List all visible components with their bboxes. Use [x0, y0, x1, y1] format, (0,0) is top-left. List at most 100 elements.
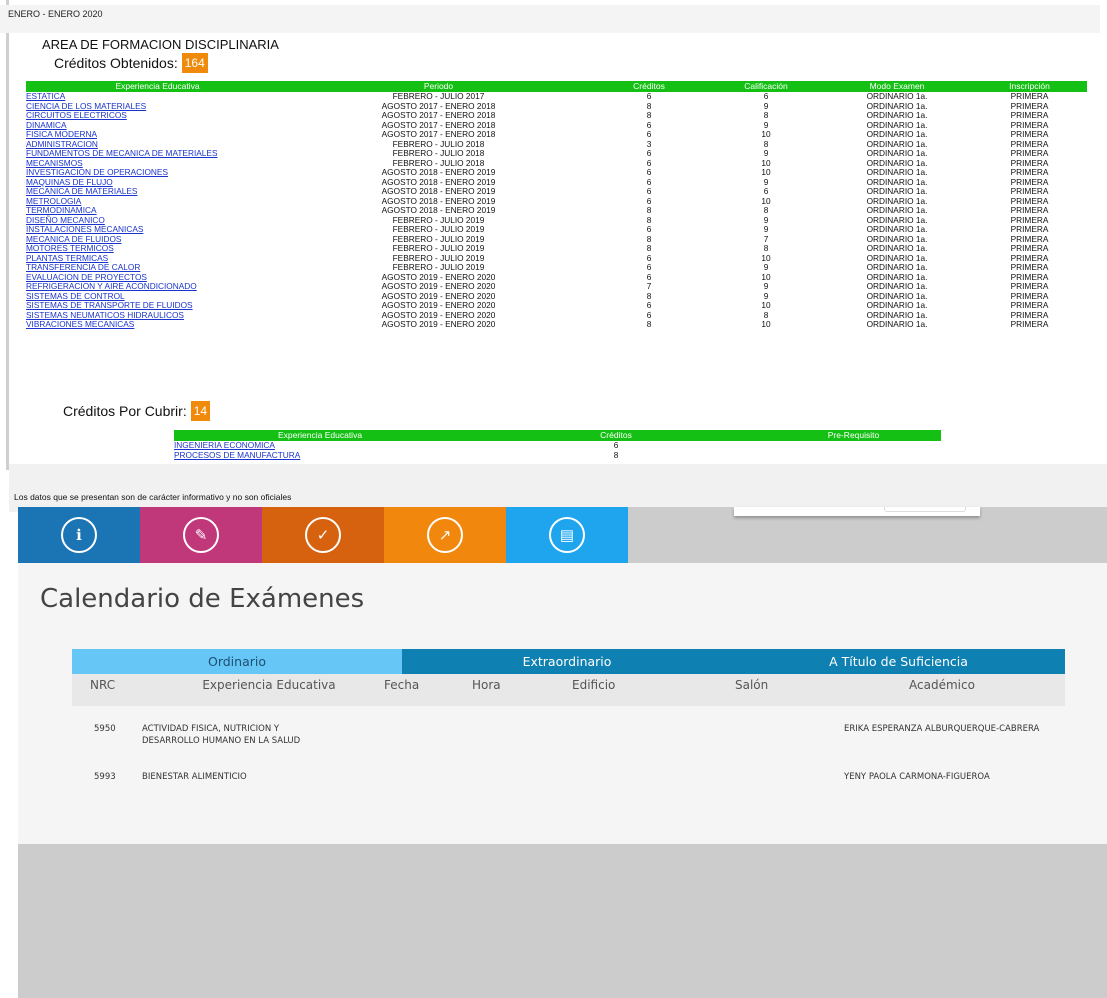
- table-cell: AGOSTO 2019 - ENERO 2020: [381, 319, 496, 329]
- course-link[interactable]: SISTEMAS DE CONTROL: [26, 291, 125, 301]
- course-link[interactable]: CIENCIA DE LOS MATERIALES: [26, 101, 146, 111]
- portal-panel: ℹ ✎ ✓ ↗ ▤ Calendario de Exámenes Ordinario Ex…: [18, 507, 1107, 998]
- course-link[interactable]: SISTEMAS NEUMATICOS HIDRAULICOS: [26, 310, 184, 320]
- column-header: Fecha: [384, 678, 420, 692]
- credits-pending: Créditos Por Cubrir: 14: [63, 401, 211, 421]
- table-row: SISTEMAS NEUMATICOS HIDRAULICOS AGOSTO 20…: [26, 310, 1087, 321]
- course-link[interactable]: TRANSFERENCIA DE CALOR: [26, 262, 140, 272]
- table-row: CIRCUITOS ELECTRICOS AGOSTO 2017 - ENERO …: [26, 110, 1087, 121]
- course-cell: VIBRACIONES MECANICAS: [26, 319, 289, 330]
- nav-tile[interactable]: ▤: [506, 507, 628, 563]
- table-row: PLANTAS TERMICAS FEBRERO - JULIO 2019 6 10 O…: [26, 253, 1087, 264]
- course-link[interactable]: PLANTAS TERMICAS: [26, 253, 108, 263]
- table-cell: 8: [646, 319, 652, 329]
- period-header: ENERO - ENERO 2020: [0, 5, 1100, 33]
- course-link[interactable]: DISEÑO MECANICO: [26, 215, 105, 225]
- course-link[interactable]: CIRCUITOS ELECTRICOS: [26, 110, 127, 120]
- course-link[interactable]: FUNDAMENTOS DE MECANICA DE MATERIALES: [26, 148, 217, 158]
- nav-tile[interactable]: ✎: [140, 507, 262, 563]
- table-cell: [766, 451, 941, 461]
- course-link[interactable]: MECANISMOS: [26, 158, 83, 168]
- table-cell: 8: [613, 449, 619, 460]
- column-header: Experiencia Educativa: [26, 81, 289, 92]
- course-link[interactable]: ADMINISTRACION: [26, 139, 98, 149]
- course-link[interactable]: EVALUACION DE PROYECTOS: [26, 272, 147, 282]
- academic-record-panel: ENERO - ENERO 2020 AREA DE FORMACION DIS…: [0, 0, 1107, 512]
- course-link[interactable]: TERMODINAMICA: [26, 205, 97, 215]
- student-info-icon: ℹ: [61, 517, 97, 553]
- exam-tab[interactable]: Ordinario: [72, 649, 402, 674]
- exam-row: 5950 ACTIVIDAD FISICA, NUTRICION Y DESARR…: [72, 723, 1065, 753]
- credits-pending-badge: 14: [190, 401, 211, 421]
- popup-control: [884, 507, 966, 512]
- exam-cell-academico: YENY PAOLA CARMONA-FIGUEROA: [844, 772, 990, 782]
- table-row: MECANICA DE FLUIDOS FEBRERO - JULIO 2019 8…: [26, 234, 1087, 245]
- exam-cell-nrc: 5950: [94, 724, 116, 734]
- course-link[interactable]: INSTALACIONES MECANICAS: [26, 224, 143, 234]
- records-table-header: Experiencia Educativa Periodo Créditos Cali…: [26, 81, 1087, 92]
- column-header: Edificio: [572, 678, 616, 692]
- pending-table: Experiencia Educativa Créditos Pre-Requisi…: [174, 430, 941, 460]
- table-row: VIBRACIONES MECANICAS AGOSTO 2019 - ENERO…: [26, 319, 1087, 330]
- table-row: TERMODINAMICA AGOSTO 2018 - ENERO 2019 8 8 O…: [26, 205, 1087, 216]
- exam-tab[interactable]: Extraordinario: [402, 649, 732, 674]
- course-link[interactable]: INGENIERIA ECONOMICA: [174, 440, 275, 450]
- course-link[interactable]: DINAMICA: [26, 120, 67, 130]
- table-row: FISICA MODERNA AGOSTO 2017 - ENERO 2018 6 1…: [26, 129, 1087, 140]
- course-link[interactable]: MOTORES TERMICOS: [26, 243, 114, 253]
- checklist-icon: ✓: [305, 517, 341, 553]
- table-row: FUNDAMENTOS DE MECANICA DE MATERIALES FEB…: [26, 148, 1087, 159]
- table-cell: PRIMERA: [1010, 319, 1049, 329]
- credits-pending-label: Créditos Por Cubrir:: [63, 403, 187, 419]
- course-link[interactable]: MECANICA DE MATERIALES: [26, 186, 137, 196]
- column-header: Académico: [909, 678, 975, 692]
- credits-obtained: Créditos Obtenidos: 164: [54, 53, 208, 73]
- area-title: AREA DE FORMACION DISCIPLINARIA: [42, 37, 279, 52]
- exam-calendar-panel: Calendario de Exámenes Ordinario Extraord…: [18, 563, 1107, 844]
- exam-table-header: NRC Experiencia Educativa Fecha Hora Edifici…: [72, 674, 1065, 706]
- table-cell: 10: [761, 319, 771, 329]
- course-link[interactable]: REFRIGERACION Y AIRE ACONDICIONADO: [26, 281, 197, 291]
- page-title: Calendario de Exámenes: [40, 584, 365, 614]
- growth-chart-icon: ↗: [427, 517, 463, 553]
- nav-tile[interactable]: ℹ: [18, 507, 140, 563]
- course-link[interactable]: VIBRACIONES MECANICAS: [26, 319, 134, 329]
- table-row: SISTEMAS DE TRANSPORTE DE FLUIDOS AGOSTO …: [26, 300, 1087, 311]
- course-link[interactable]: METROLOGIA: [26, 196, 81, 206]
- table-row: INVESTIGACION DE OPERACIONES AGOSTO 2018 …: [26, 167, 1087, 178]
- table-row: MECANISMOS FEBRERO - JULIO 2018 6 10 ORDINAR…: [26, 158, 1087, 169]
- table-cell: [766, 441, 941, 451]
- course-link[interactable]: PROCESOS DE MANUFACTURA: [174, 450, 300, 460]
- credits-obtained-label: Créditos Obtenidos:: [54, 55, 178, 71]
- nav-tile[interactable]: ↗: [384, 507, 506, 563]
- table-row: INSTALACIONES MECANICAS FEBRERO - JULIO 2…: [26, 224, 1087, 235]
- table-row: MECANICA DE MATERIALES AGOSTO 2018 - ENER…: [26, 186, 1087, 197]
- table-row: CIENCIA DE LOS MATERIALES AGOSTO 2017 - E…: [26, 101, 1087, 112]
- course-cell: PROCESOS DE MANUFACTURA: [174, 450, 466, 461]
- exam-cell-academico: ERIKA ESPERANZA ALBURQUERQUE-CABRERA: [844, 724, 1040, 734]
- table-row: REFRIGERACION Y AIRE ACONDICIONADO AGOSTO…: [26, 281, 1087, 292]
- exam-cell-nrc: 5993: [94, 772, 116, 782]
- exam-row: 5993 BIENESTAR ALIMENTICIO YENY PAOLA CARM…: [72, 771, 1065, 801]
- table-row: MAQUINAS DE FLUJO AGOSTO 2018 - ENERO 201…: [26, 177, 1087, 188]
- panel-left-border: [6, 0, 9, 470]
- table-cell: ORDINARIO 1a.: [866, 319, 928, 329]
- course-link[interactable]: FISICA MODERNA: [26, 129, 97, 139]
- exam-cell-ee: ACTIVIDAD FISICA, NUTRICION Y DESARROLLO…: [142, 724, 301, 746]
- exam-tab[interactable]: A Título de Suficiencia: [732, 649, 1065, 674]
- course-link[interactable]: MAQUINAS DE FLUJO: [26, 177, 113, 187]
- record-footer-area: [9, 464, 1107, 512]
- course-link[interactable]: SISTEMAS DE TRANSPORTE DE FLUIDOS: [26, 300, 193, 310]
- table-row: ESTATICA FEBRERO - JULIO 2017 6 6 ORDINARIO …: [26, 91, 1087, 102]
- exam-building-icon: ▤: [549, 517, 585, 553]
- column-header: NRC: [90, 678, 116, 692]
- nav-tile[interactable]: ✓: [262, 507, 384, 563]
- exam-cell-ee: BIENESTAR ALIMENTICIO: [142, 772, 247, 782]
- course-link[interactable]: ESTATICA: [26, 91, 65, 101]
- records-table: Experiencia Educativa Periodo Créditos Cali…: [26, 81, 1087, 330]
- course-link[interactable]: MECANICA DE FLUIDOS: [26, 234, 121, 244]
- disclaimer: Los datos que se presentan son de caráct…: [14, 492, 292, 502]
- table-row: TRANSFERENCIA DE CALOR FEBRERO - JULIO 20…: [26, 262, 1087, 273]
- credits-obtained-badge: 164: [181, 53, 208, 73]
- course-link[interactable]: INVESTIGACION DE OPERACIONES: [26, 167, 168, 177]
